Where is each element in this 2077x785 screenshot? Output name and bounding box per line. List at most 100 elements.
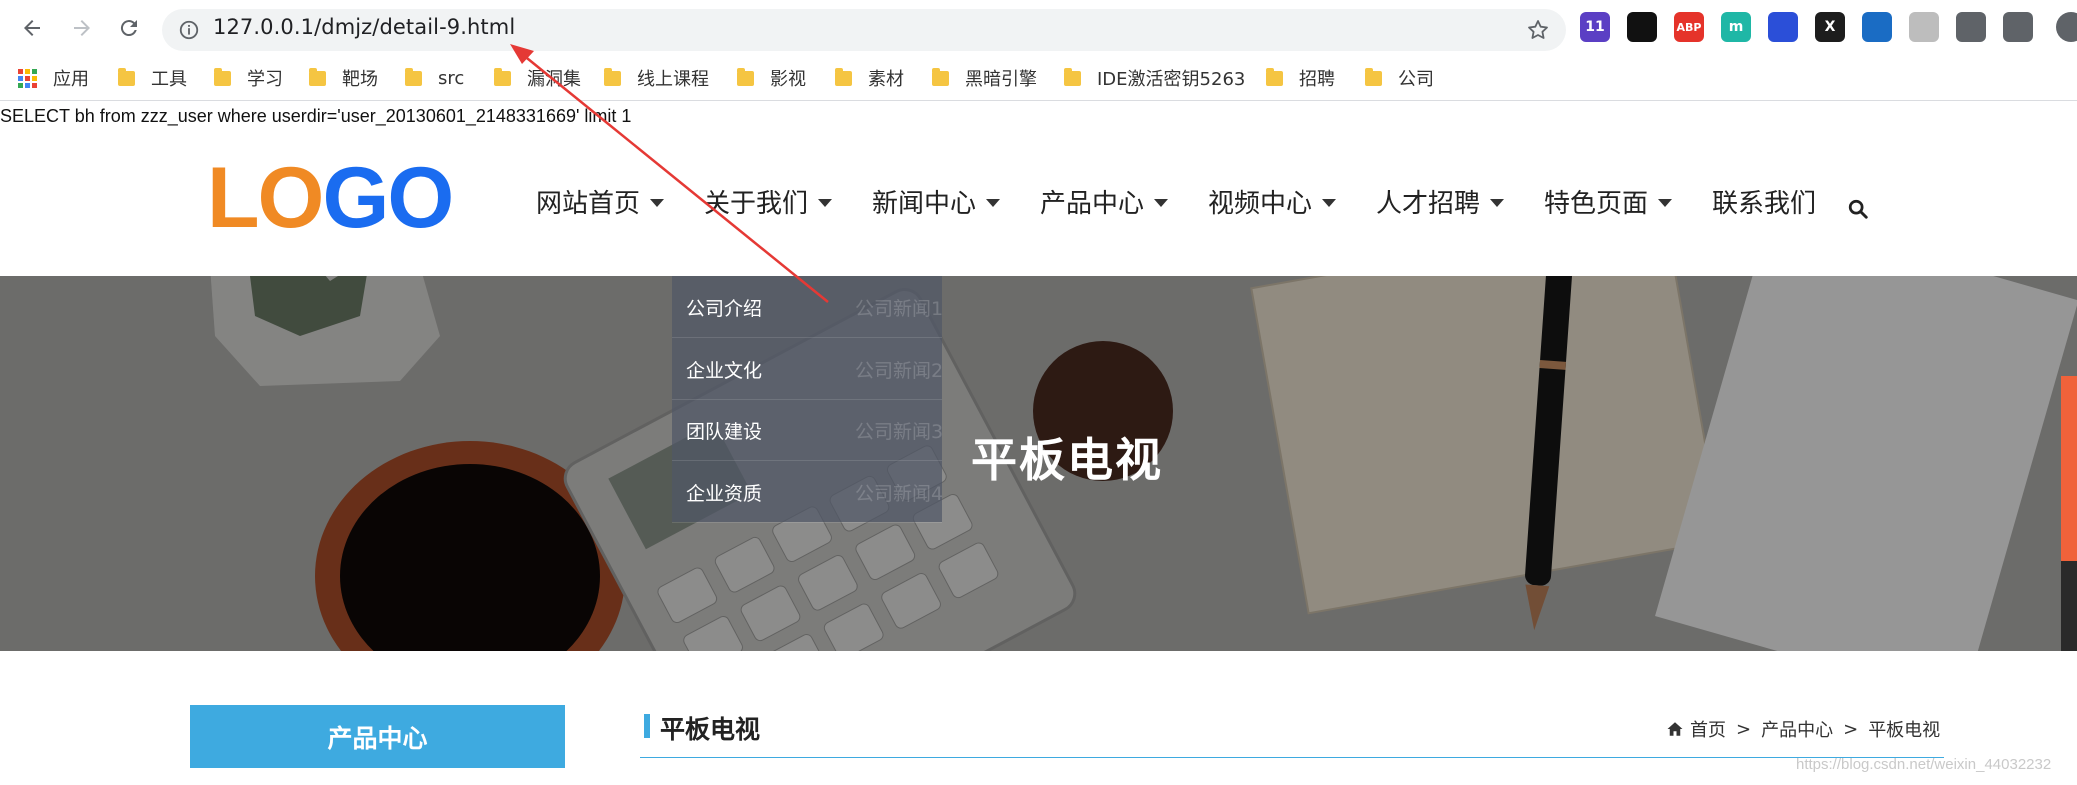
profile-avatar[interactable] xyxy=(2056,12,2077,42)
section-title-marker xyxy=(644,714,650,738)
nav-item[interactable]: 网站首页 xyxy=(536,183,665,220)
about-dropdown-menu: 公司新闻1 公司介绍公司新闻2 企业文化公司新闻3 团队建设公司新闻4 企业资质 xyxy=(672,276,944,523)
nav-item[interactable]: 人才招聘 xyxy=(1376,183,1505,220)
nav-item[interactable]: 联系我们 xyxy=(1712,183,1816,220)
url-text[interactable]: 127.0.0.1/dmjz/detail-9.html xyxy=(213,15,515,39)
dropdown-label: 团队建设 xyxy=(686,421,763,443)
abp-ext-icon[interactable]: ABP xyxy=(1674,12,1704,42)
nav-label: 关于我们 xyxy=(704,189,809,219)
logo-letter: O xyxy=(387,150,454,246)
search-icon[interactable] xyxy=(1847,198,1869,220)
reload-button[interactable] xyxy=(113,12,145,44)
puzzle-icon[interactable] xyxy=(2003,12,2033,42)
bookmark-item[interactable]: 线上课程 xyxy=(604,60,709,96)
x-ext-icon[interactable]: X xyxy=(1815,12,1845,42)
gear-ext-icon[interactable] xyxy=(1956,12,1986,42)
bookmark-label: 素材 xyxy=(868,69,904,90)
bookmark-item[interactable]: 应用 xyxy=(18,60,89,96)
dropdown-label: 公司介绍 xyxy=(686,298,763,320)
folder-icon xyxy=(1365,67,1382,86)
folder-icon xyxy=(118,67,135,86)
bookmark-label: 学习 xyxy=(247,69,283,90)
folder-icon xyxy=(835,67,852,86)
nav-label: 产品中心 xyxy=(1040,189,1145,219)
bookmark-item[interactable]: 工具 xyxy=(118,60,187,96)
dropdown-item[interactable]: 公司新闻1 公司介绍 xyxy=(672,276,944,338)
dropdown-label: 企业资质 xyxy=(686,482,763,505)
bookmark-item[interactable]: 学习 xyxy=(214,60,283,96)
nav-label: 视频中心 xyxy=(1208,189,1313,219)
section-divider xyxy=(640,757,1944,758)
m-ext-icon[interactable]: m xyxy=(1721,12,1751,42)
reload-icon xyxy=(120,20,137,37)
back-button[interactable] xyxy=(16,12,48,44)
bookmark-label: 工具 xyxy=(151,69,187,90)
bookmark-item[interactable]: 漏洞集 xyxy=(494,60,581,96)
side-accent-bar xyxy=(2061,376,2077,561)
forward-button[interactable] xyxy=(66,12,98,44)
bookmark-label: 靶场 xyxy=(342,69,378,90)
nav-item[interactable]: 视频中心 xyxy=(1208,183,1337,220)
breadcrumb-level1[interactable]: 产品中心 xyxy=(1761,716,1833,742)
dropdown-item[interactable]: 公司新闻3 团队建设 xyxy=(672,399,944,461)
caret-down-icon xyxy=(650,198,665,207)
back-arrow-icon xyxy=(24,20,40,36)
page-banner: 平板电视 公司新闻1 公司介绍公司新闻2 企业文化公司新闻3 团队建设公司新闻4 企业资… xyxy=(0,276,2077,651)
folder-icon xyxy=(604,67,621,86)
folder-icon xyxy=(1064,67,1081,86)
nav-label: 特色页面 xyxy=(1544,189,1649,219)
paw-ext-icon[interactable] xyxy=(1768,12,1798,42)
submenu-ghost-label: 公司新闻3 xyxy=(855,421,944,443)
logo-letter: L xyxy=(207,150,260,246)
bookmark-item[interactable]: src xyxy=(405,60,464,96)
nav-label: 网站首页 xyxy=(536,189,641,219)
extension-badge: ABP xyxy=(1676,20,1702,34)
sidebar-heading[interactable]: 产品中心 xyxy=(190,705,565,768)
dropdown-item[interactable]: 公司新闻2 企业文化 xyxy=(672,338,944,400)
caret-down-icon xyxy=(818,198,833,207)
glasses-ext-icon[interactable] xyxy=(1627,12,1657,42)
bookmark-item[interactable]: 黑暗引擎 xyxy=(932,60,1037,96)
bookmark-item[interactable]: IDE激活密钥5263 xyxy=(1064,60,1245,96)
caret-down-icon xyxy=(1322,198,1337,207)
bookmark-label: src xyxy=(438,67,465,89)
home-icon xyxy=(1667,722,1683,736)
caret-down-icon xyxy=(986,198,1001,207)
bookmarks-bar: 应用 工具 学习 靶场 src 漏洞集 线上课程 影视 素材 黑暗引擎 IDE激活密钥5263 招聘 公… xyxy=(0,60,2077,101)
browser-toolbar: 127.0.0.1/dmjz/detail-9.html 11 ABP m X xyxy=(0,0,2077,56)
site-logo[interactable]: LOGO xyxy=(207,155,454,241)
submenu-ghost-label: 公司新闻1 xyxy=(855,298,944,320)
bookmark-item[interactable]: 靶场 xyxy=(309,60,378,96)
dropdown-item[interactable]: 公司新闻4 企业资质 xyxy=(672,461,943,523)
bookmark-label: 线上课程 xyxy=(637,69,709,90)
banner-title: 平板电视 xyxy=(971,433,1163,487)
forward-arrow-icon xyxy=(74,20,90,36)
nav-item[interactable]: 特色页面 xyxy=(1544,183,1673,220)
translate-ext-icon[interactable] xyxy=(1862,12,1892,42)
breadcrumb-current: 平板电视 xyxy=(1868,720,1941,741)
bookmark-label: 影视 xyxy=(770,69,806,90)
badge-ext-icon[interactable]: 11 xyxy=(1580,12,1610,42)
nav-label: 人才招聘 xyxy=(1376,189,1481,219)
bookmark-item[interactable]: 素材 xyxy=(835,60,904,96)
ghost-ext-icon[interactable] xyxy=(1909,12,1939,42)
bookmark-label: 漏洞集 xyxy=(527,69,581,90)
info-icon[interactable] xyxy=(178,19,200,41)
folder-icon xyxy=(309,67,326,86)
bookmark-label: 黑暗引擎 xyxy=(965,69,1037,90)
star-bookmark-icon[interactable] xyxy=(1526,18,1550,42)
sql-debug-text: SELECT bh from zzz_user where userdir='u… xyxy=(0,106,632,126)
submenu-ghost-label: 公司新闻2 xyxy=(855,359,944,382)
bookmark-item[interactable]: 公司 xyxy=(1365,60,1434,96)
nav-item[interactable]: 产品中心 xyxy=(1040,183,1169,220)
bookmark-item[interactable]: 招聘 xyxy=(1266,60,1335,96)
breadcrumb-separator: > xyxy=(1843,718,1859,740)
caret-down-icon xyxy=(1658,198,1673,207)
breadcrumb-home[interactable]: 首页 xyxy=(1690,716,1726,742)
folder-icon xyxy=(494,67,511,86)
nav-item[interactable]: 关于我们 xyxy=(704,183,833,220)
bookmark-item[interactable]: 影视 xyxy=(737,60,806,96)
folder-icon xyxy=(405,67,422,86)
apps-grid-icon xyxy=(18,68,37,88)
nav-item[interactable]: 新闻中心 xyxy=(872,183,1001,220)
